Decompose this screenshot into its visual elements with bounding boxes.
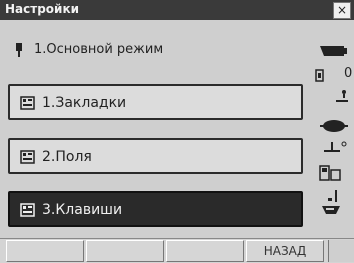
menu-item-keys[interactable]: 3.Клавиши: [8, 191, 303, 227]
window-title: Настройки: [5, 2, 80, 16]
menu-item-label: 2.Поля: [42, 149, 92, 165]
menu-item-bookmarks[interactable]: 1.Закладки: [8, 84, 303, 120]
battery-icon: [310, 40, 354, 66]
mode-text: 1.Основной режим: [34, 42, 164, 57]
softkey-end-cap: [328, 240, 354, 262]
settings-book-icon: [20, 149, 36, 164]
menu-item-label: 3.Клавиши: [42, 202, 123, 218]
softkey-bar: НАЗАД: [0, 238, 354, 263]
settings-book-icon: [20, 95, 36, 110]
device-icon: [310, 162, 354, 188]
softkey-f1[interactable]: [6, 240, 84, 262]
back-button[interactable]: НАЗАД: [246, 240, 324, 262]
close-button[interactable]: ×: [333, 2, 351, 19]
menu-item-label: 1.Закладки: [42, 95, 127, 111]
menu-item-fields[interactable]: 2.Поля: [8, 138, 303, 174]
softkey-f2[interactable]: [86, 240, 164, 262]
settings-window: Настройки × 1.Основной режим 1.Закладки: [0, 0, 354, 263]
target-icon: [310, 88, 354, 114]
level-icon: [310, 116, 354, 142]
signal-icon: [310, 188, 354, 214]
title-bar: Настройки ×: [0, 0, 354, 20]
settings-book-icon: [20, 202, 36, 217]
softkey-f3[interactable]: [166, 240, 244, 262]
pin-icon: [14, 43, 24, 61]
status-sidebar: 0: [310, 36, 354, 236]
